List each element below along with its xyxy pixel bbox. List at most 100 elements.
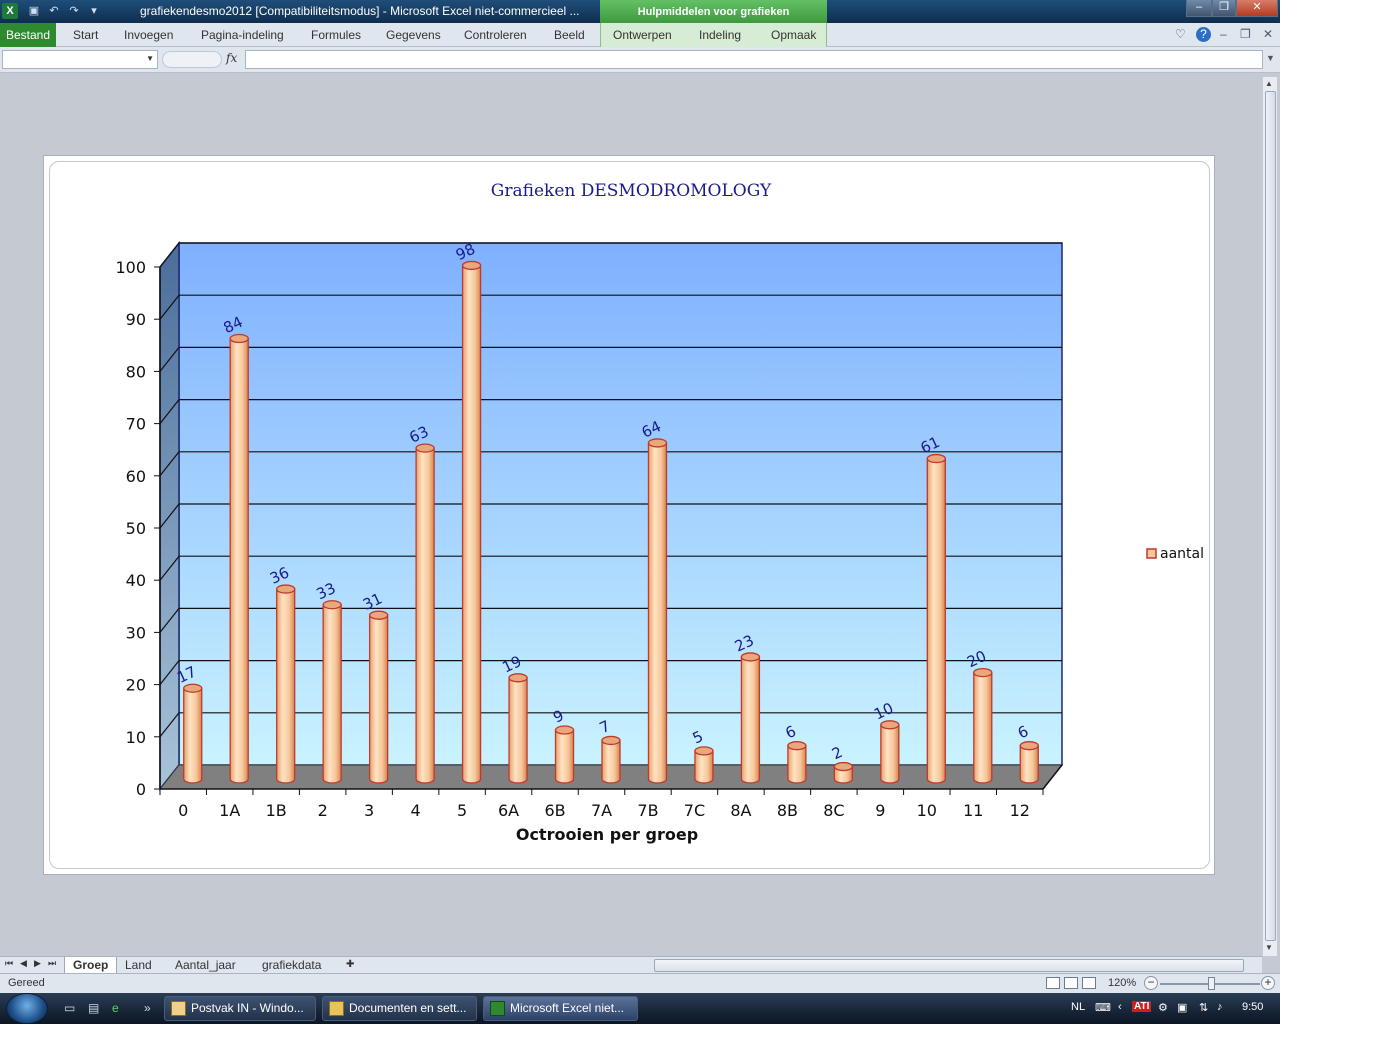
bar-top[interactable]	[927, 455, 945, 463]
bar-top[interactable]	[695, 747, 713, 755]
chart-area[interactable]: 010203040506070809010001A1B23456A6B7A7B7…	[49, 161, 1210, 869]
bar-top[interactable]	[416, 444, 434, 452]
last-sheet-icon[interactable]: ⏭	[48, 958, 56, 969]
doc-close-icon[interactable]: ✕	[1263, 27, 1273, 41]
bar-body[interactable]	[1020, 746, 1038, 783]
sheet-tab-land[interactable]: Land	[117, 957, 160, 974]
bar-body[interactable]	[463, 265, 481, 783]
tab-bestand[interactable]: Bestand	[0, 23, 56, 47]
page-layout-view-icon[interactable]	[1064, 977, 1078, 989]
next-sheet-icon[interactable]: ▶	[34, 958, 41, 969]
bar-top[interactable]	[648, 439, 666, 447]
ati-icon[interactable]: ATI	[1132, 1001, 1151, 1012]
tab-formules[interactable]: Formules	[303, 23, 369, 47]
expand-formula-icon[interactable]: ▼	[1266, 53, 1275, 63]
redo-icon[interactable]: ↷	[66, 3, 82, 19]
bar-body[interactable]	[184, 688, 202, 783]
sheet-tab-aantal-jaar[interactable]: Aantal_jaar	[167, 957, 244, 974]
x-axis-title[interactable]: Octrooien per groep	[516, 825, 698, 844]
bar-body[interactable]	[602, 740, 620, 783]
save-icon[interactable]: ▣	[26, 3, 42, 19]
bar-top[interactable]	[834, 763, 852, 771]
customize-icon[interactable]: ▾	[86, 3, 102, 19]
tab-gegevens[interactable]: Gegevens	[378, 23, 449, 47]
bar-top[interactable]	[556, 726, 574, 734]
scroll-up-icon[interactable]: ▲	[1265, 79, 1273, 88]
device-icon[interactable]: ▣	[1177, 1001, 1187, 1014]
tab-beeld[interactable]: Beeld	[546, 23, 593, 47]
tab-pagina-indeling[interactable]: Pagina-indeling	[193, 23, 292, 47]
name-box-dropdown-icon[interactable]: ▼	[146, 54, 154, 63]
scroll-down-icon[interactable]: ▼	[1265, 943, 1273, 952]
bar-body[interactable]	[323, 605, 341, 783]
page-break-view-icon[interactable]	[1082, 977, 1096, 989]
network-icon[interactable]: ⇅	[1199, 1001, 1208, 1014]
bar-top[interactable]	[602, 736, 620, 744]
tray-expand-icon[interactable]: ‹	[1118, 1001, 1122, 1013]
minimize-button[interactable]: –	[1186, 0, 1212, 17]
taskbar-item-excel[interactable]: Microsoft Excel niet...	[483, 996, 638, 1021]
chart-area-frame[interactable]: 010203040506070809010001A1B23456A6B7A7B7…	[43, 155, 1215, 875]
bar-body[interactable]	[881, 725, 899, 783]
collapse-ribbon-icon[interactable]: ♡	[1175, 27, 1186, 41]
bar-top[interactable]	[1020, 742, 1038, 750]
normal-view-icon[interactable]	[1046, 977, 1060, 989]
bar-top[interactable]	[184, 684, 202, 692]
bar-body[interactable]	[648, 443, 666, 783]
bar-body[interactable]	[974, 673, 992, 783]
zoom-out-button[interactable]: −	[1144, 976, 1158, 990]
bar-body[interactable]	[788, 746, 806, 783]
tab-invoegen[interactable]: Invoegen	[116, 23, 181, 47]
tab-opmaak[interactable]: Opmaak	[763, 23, 824, 47]
taskbar-item-outlook[interactable]: Postvak IN - Windo...	[164, 996, 316, 1021]
bar-body[interactable]	[695, 751, 713, 783]
insert-sheet-icon[interactable]: ✚	[338, 957, 362, 974]
bar-top[interactable]	[788, 742, 806, 750]
first-sheet-icon[interactable]: ⏮	[5, 958, 13, 969]
bar-top[interactable]	[881, 721, 899, 729]
zoom-level[interactable]: 120%	[1108, 977, 1136, 989]
doc-restore-icon[interactable]: ❐	[1240, 27, 1251, 41]
bar-top[interactable]	[323, 601, 341, 609]
help-icon[interactable]: ?	[1196, 27, 1211, 42]
keyboard-icon[interactable]: ⌨	[1095, 1001, 1111, 1014]
bar-body[interactable]	[277, 589, 295, 783]
internet-explorer-icon[interactable]: e	[112, 1001, 128, 1015]
volume-icon[interactable]: ♪	[1217, 1001, 1223, 1013]
bar-body[interactable]	[370, 615, 388, 783]
bar-top[interactable]	[463, 261, 481, 269]
sheet-tab-grafiekdata[interactable]: grafiekdata	[254, 957, 329, 974]
vertical-scrollbar[interactable]: ▲ ▼	[1262, 77, 1277, 956]
legend[interactable]: aantal	[1147, 546, 1204, 562]
bar-top[interactable]	[370, 611, 388, 619]
quick-launch-more-icon[interactable]: »	[144, 1001, 160, 1015]
excel-app-icon[interactable]: X	[2, 3, 18, 19]
clock[interactable]: 9:50	[1242, 1001, 1263, 1013]
security-icon[interactable]: ⚙	[1158, 1001, 1168, 1014]
bar-body[interactable]	[509, 678, 527, 783]
taskbar-item-explorer[interactable]: Documenten en sett...	[322, 996, 477, 1021]
bar-body[interactable]	[927, 459, 945, 783]
bar-body[interactable]	[230, 339, 248, 783]
chart-title[interactable]: Grafieken DESMODROMOLOGY	[491, 181, 772, 201]
zoom-in-button[interactable]: +	[1261, 976, 1275, 990]
bar-top[interactable]	[277, 585, 295, 593]
name-box[interactable]: ▼	[2, 50, 158, 69]
formula-input[interactable]	[245, 50, 1263, 69]
undo-icon[interactable]: ↶	[46, 3, 62, 19]
tab-ontwerpen[interactable]: Ontwerpen	[605, 23, 680, 47]
bar-top[interactable]	[509, 674, 527, 682]
vertical-scroll-thumb[interactable]	[1265, 91, 1276, 941]
bar-top[interactable]	[741, 653, 759, 661]
close-button[interactable]: ✕	[1236, 0, 1278, 17]
insert-function-button[interactable]: fx	[226, 51, 237, 65]
start-button[interactable]	[6, 993, 48, 1024]
bar-body[interactable]	[416, 448, 434, 783]
switch-windows-icon[interactable]: ▤	[88, 1001, 104, 1015]
language-indicator[interactable]: NL	[1071, 1001, 1085, 1013]
tab-controleren[interactable]: Controleren	[456, 23, 535, 47]
bar-top[interactable]	[974, 669, 992, 677]
doc-minimize-icon[interactable]: –	[1220, 27, 1227, 41]
column-chart[interactable]: 010203040506070809010001A1B23456A6B7A7B7…	[50, 162, 1211, 870]
restore-button[interactable]: ❐	[1212, 0, 1236, 17]
